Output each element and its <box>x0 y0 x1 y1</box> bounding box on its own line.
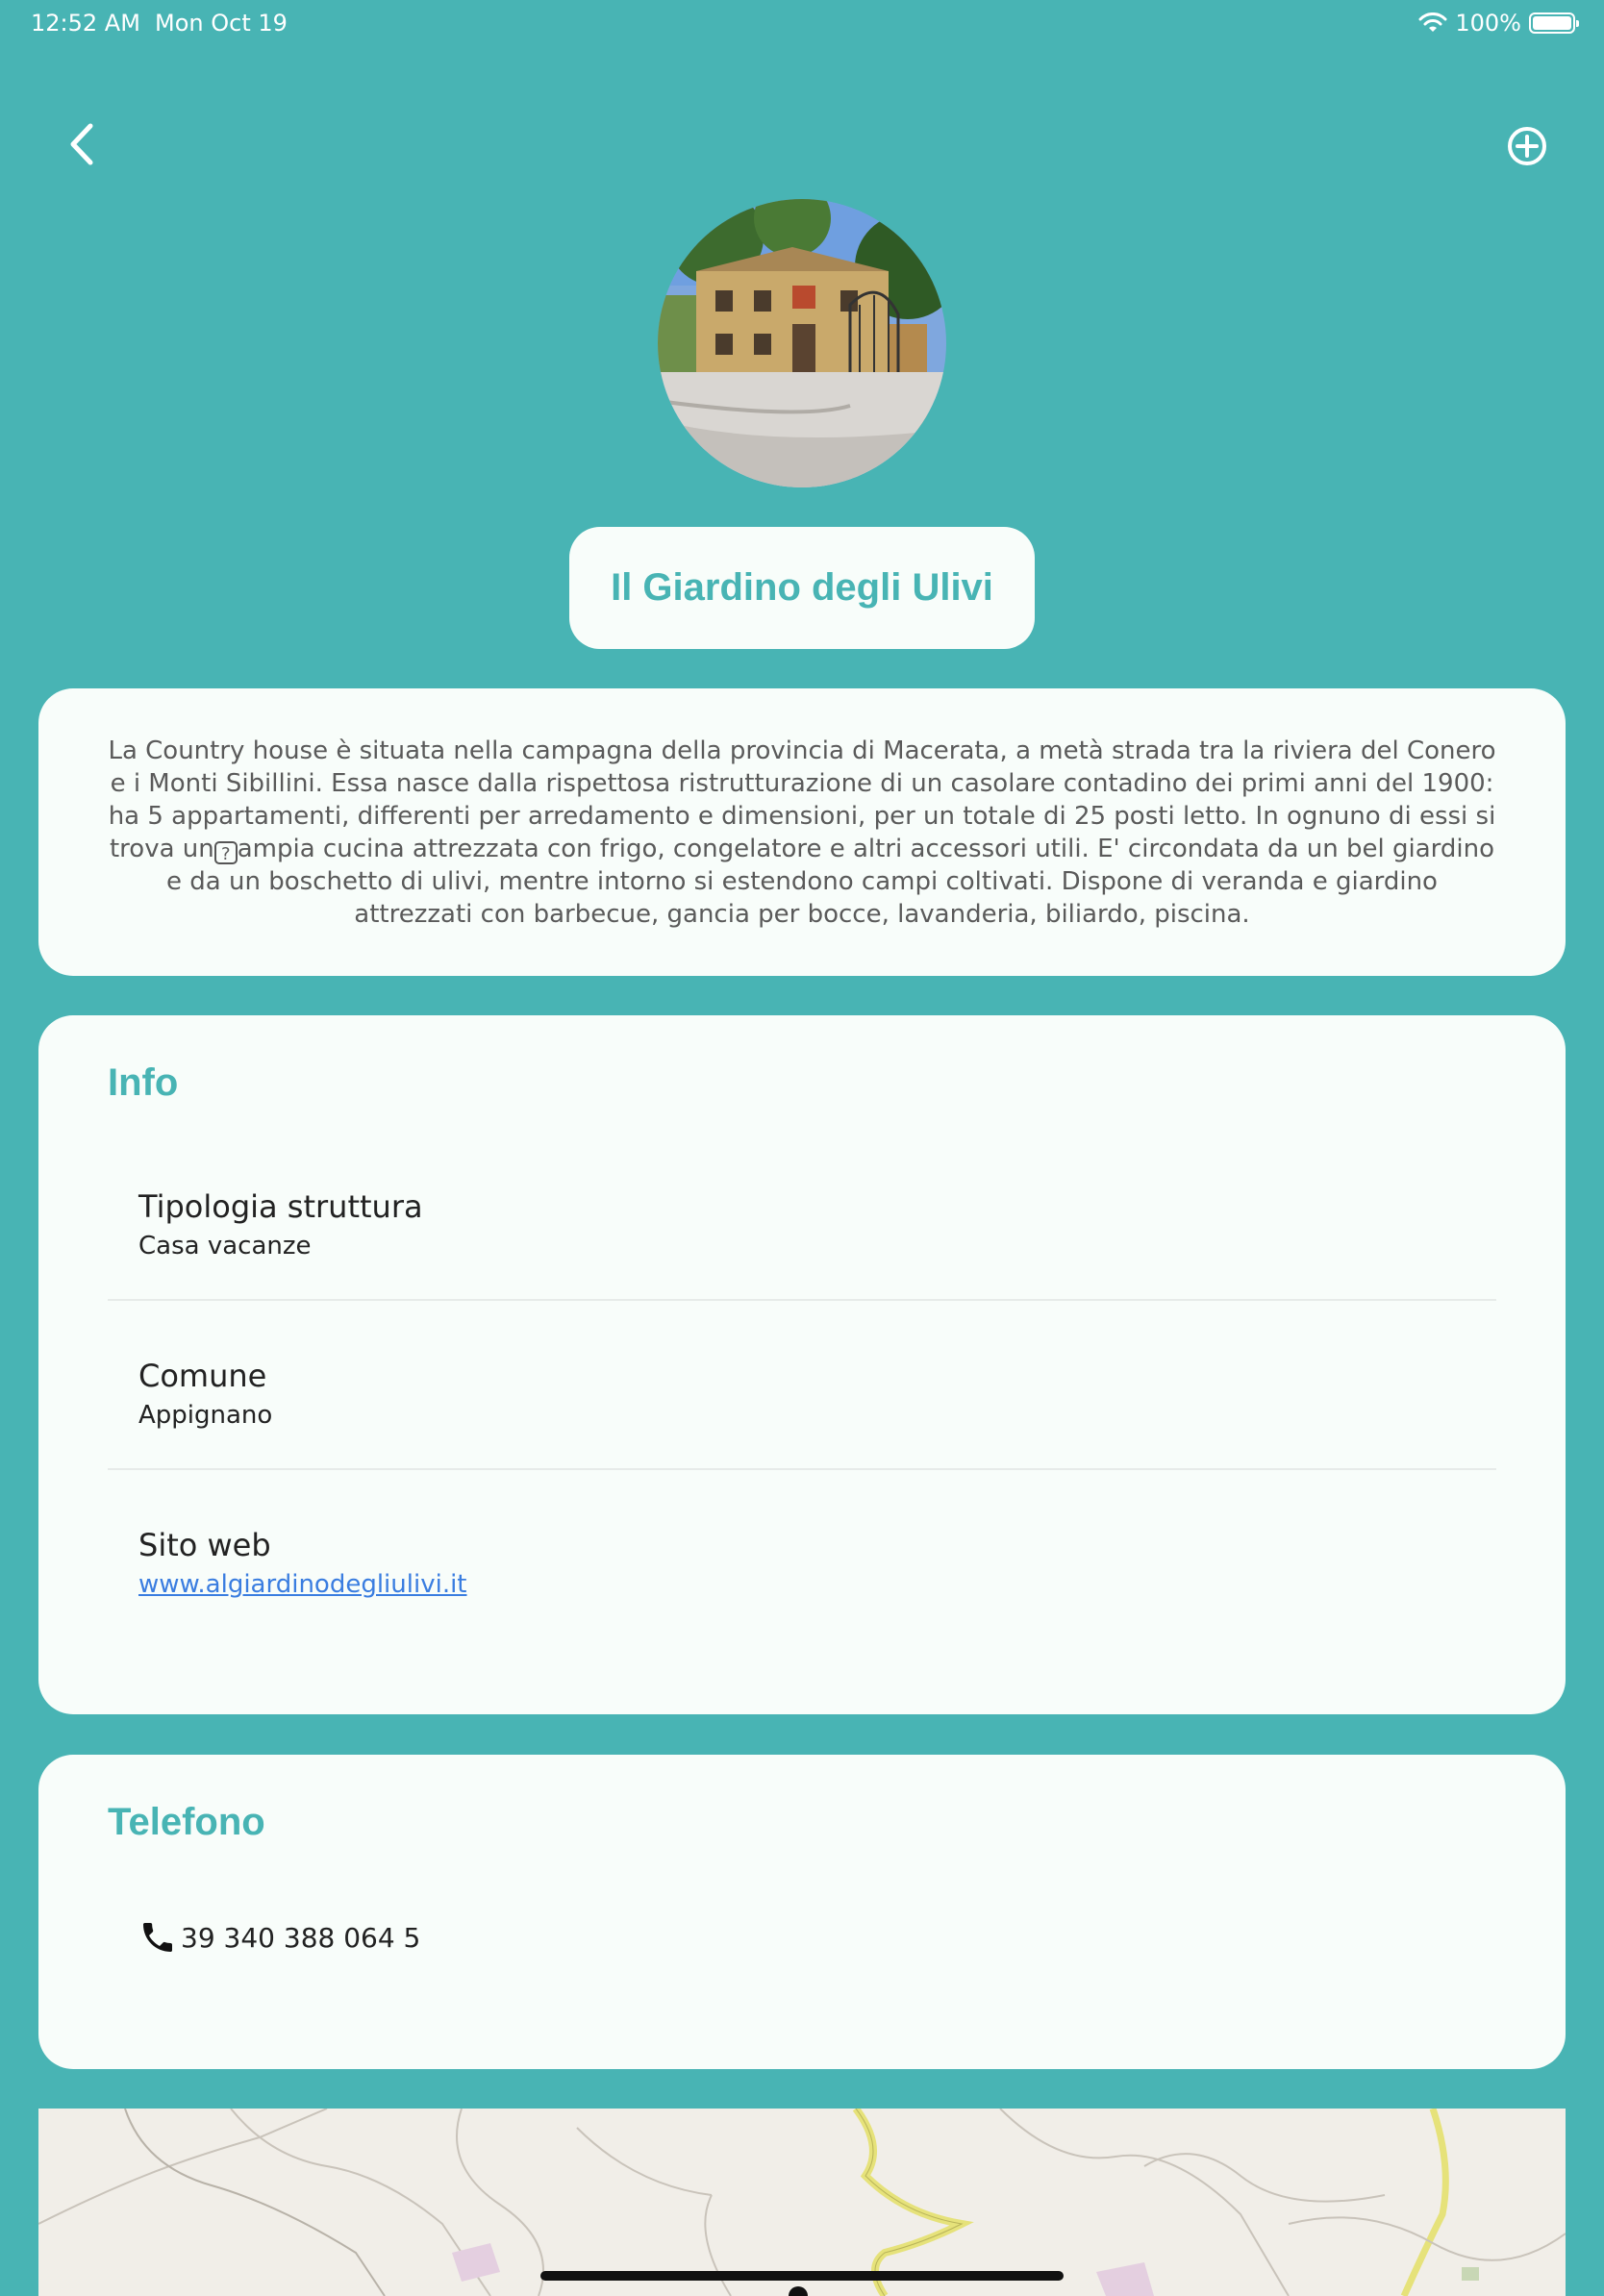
info-row-comune: Comune Appignano <box>108 1300 1496 1470</box>
description-part2: ampia cucina attrezzata con frigo, conge… <box>166 835 1494 929</box>
status-bar: 12:52 AM Mon Oct 19 100% <box>0 0 1604 46</box>
battery-percent: 100% <box>1455 10 1521 37</box>
status-date: Mon Oct 19 <box>155 10 288 37</box>
website-link[interactable]: www.algiardinodegliulivi.it <box>138 1570 467 1599</box>
info-row-tipologia: Tipologia struttura Casa vacanze <box>108 1131 1496 1301</box>
home-indicator[interactable] <box>540 2271 1064 2281</box>
battery-icon <box>1529 12 1579 34</box>
phone-title: Telefono <box>108 1801 265 1843</box>
plus-circle-icon <box>1508 127 1546 165</box>
location-map[interactable] <box>38 2109 1566 2296</box>
info-title: Info <box>108 1061 179 1104</box>
info-row-sito-web: Sito web www.algiardinodegliulivi.it <box>108 1469 1496 1637</box>
property-title-pill: Il Giardino degli Ulivi <box>569 527 1035 649</box>
info-row-label: Tipologia struttura <box>138 1188 423 1225</box>
wifi-icon <box>1418 12 1447 32</box>
description-card: La Country house è situata nella campagn… <box>38 688 1566 976</box>
phone-call-button[interactable]: 39 340 388 064 5 <box>138 1918 420 1957</box>
property-title: Il Giardino degli Ulivi <box>611 566 993 609</box>
info-card: Info Tipologia struttura Casa vacanze Co… <box>38 1015 1566 1714</box>
info-row-label: Comune <box>138 1358 267 1394</box>
phone-number: 39 340 388 064 5 <box>181 1921 421 1954</box>
info-row-value: Appignano <box>138 1401 273 1430</box>
missing-glyph-box: ? <box>213 841 238 864</box>
back-button[interactable] <box>58 120 106 168</box>
status-right: 100% <box>1418 10 1579 37</box>
status-time: 12:52 AM <box>31 10 140 37</box>
phone-icon <box>143 1923 172 1952</box>
chevron-left-icon <box>70 123 93 165</box>
phone-card: Telefono 39 340 388 064 5 <box>38 1755 1566 2069</box>
info-row-value: Casa vacanze <box>138 1232 312 1260</box>
description-text: La Country house è situata nella campagn… <box>108 735 1496 931</box>
info-row-label: Sito web <box>138 1527 271 1563</box>
add-button[interactable] <box>1506 125 1548 167</box>
property-photo <box>658 199 946 487</box>
